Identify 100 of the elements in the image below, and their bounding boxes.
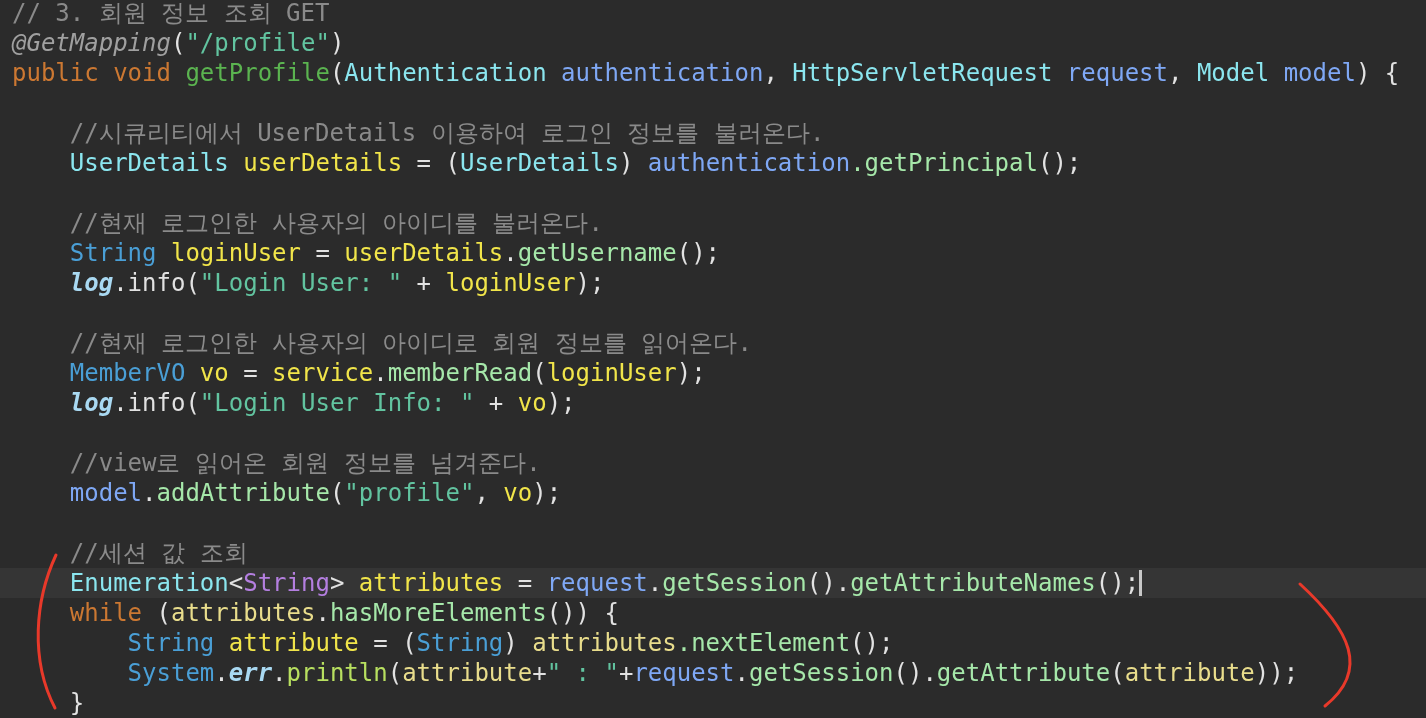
code-token: ().: [806, 568, 851, 598]
code-token: model: [69, 478, 143, 508]
code-token: log: [69, 388, 114, 418]
code-token: >: [329, 568, 345, 598]
code-token: log: [69, 268, 114, 298]
code-token: .: [503, 238, 518, 268]
code-token: request: [546, 568, 648, 598]
code-token: while: [69, 598, 143, 628]
code-token: Authentication: [344, 58, 547, 88]
code-token: UserDetails: [69, 148, 229, 178]
code-token: userDetails: [344, 238, 504, 268]
code-token: .nextElement: [676, 628, 851, 658]
code-token: addAttribute: [156, 478, 330, 508]
code-token: ()) {: [546, 598, 619, 628]
code-token: .info(: [113, 268, 200, 298]
code-token: String: [416, 628, 504, 658]
code-token: authentication: [647, 148, 851, 178]
code-token: (: [170, 28, 186, 58]
code-token: (: [1110, 658, 1125, 688]
code-token: ();: [676, 238, 721, 268]
code-token: );: [575, 268, 605, 298]
code-token: getAttributeNames: [850, 568, 1096, 598]
code-token: request: [1066, 58, 1168, 88]
code-token: (: [329, 478, 345, 508]
code-token: =: [517, 568, 533, 598]
code-token: .getPrincipal: [850, 148, 1038, 178]
code-token: .info(: [113, 388, 200, 418]
code-token: .: [142, 478, 157, 508]
code-token: String: [243, 568, 330, 598]
code-token: HttpServletRequest: [792, 58, 1053, 88]
code-token: .: [315, 598, 330, 628]
code-token: .: [214, 658, 229, 688]
code-token: (: [532, 358, 547, 388]
code-token: err: [228, 658, 273, 688]
code-token: );: [532, 478, 562, 508]
code-comment: //시큐리티에서 UserDetails 이용하여 로그인 정보를 불러온다.: [69, 118, 825, 148]
code-token: public void: [12, 58, 171, 88]
code-token: ) {: [1355, 58, 1400, 88]
code-token: System: [127, 658, 215, 688]
code-token: ,: [763, 58, 778, 88]
code-comment: //세션 값 조회: [69, 538, 248, 568]
code-token: getProfile: [185, 58, 330, 88]
code-token: = (: [416, 148, 460, 178]
code-token: .: [734, 658, 749, 688]
code-comment: //현재 로그인한 사용자의 아이디를 불러온다.: [69, 208, 603, 238]
code-comment: //view로 읽어온 회원 정보를 넘겨준다.: [69, 448, 541, 478]
code-token: Model: [1196, 58, 1270, 88]
code-token: attribute: [402, 658, 533, 688]
code-token: vo: [503, 478, 533, 508]
code-token: UserDetails: [459, 148, 619, 178]
code-token: service: [272, 358, 374, 388]
code-token: (: [156, 598, 171, 628]
code-token: authentication: [561, 58, 764, 88]
code-token: ): [618, 148, 634, 178]
code-token: "profile": [344, 478, 475, 508]
code-token: =: [315, 238, 330, 268]
code-token: @GetMapping: [12, 28, 171, 58]
code-token: vo: [517, 388, 547, 418]
code-token: String: [127, 628, 215, 658]
code-token: ): [503, 628, 518, 658]
code-token: getAttribute: [936, 658, 1111, 688]
code-token: +: [532, 658, 547, 688]
code-token: loginUser: [546, 358, 677, 388]
code-token: "Login User Info: ": [199, 388, 475, 418]
code-token: userDetails: [243, 148, 403, 178]
code-token: =: [243, 358, 258, 388]
code-token: );: [676, 358, 706, 388]
code-token: attribute: [228, 628, 359, 658]
code-token: model: [1283, 58, 1356, 88]
code-token: MemberVO: [69, 358, 186, 388]
code-token: .: [647, 568, 663, 598]
code-token: (: [387, 658, 403, 688]
code-token: ().: [893, 658, 937, 688]
code-token: );: [546, 388, 576, 418]
code-token: .: [272, 658, 287, 688]
code-token: attributes: [358, 568, 504, 598]
code-token: ();: [1095, 568, 1140, 598]
code-token: attributes: [532, 628, 677, 658]
code-token: "Login User: ": [199, 268, 403, 298]
code-token: " : ": [546, 658, 619, 688]
code-token: getUsername: [517, 238, 677, 268]
code-token: attribute: [1124, 658, 1255, 688]
code-token: vo: [199, 358, 229, 388]
code-token: +: [618, 658, 634, 688]
code-token: println: [286, 658, 388, 688]
code-token: attributes: [170, 598, 316, 628]
code-token: ,: [1168, 58, 1183, 88]
code-token: = (: [373, 628, 417, 658]
code-comment: // 3. 회원 정보 조회 GET: [12, 0, 330, 28]
code-token: loginUser: [170, 238, 301, 268]
code-token: <: [228, 568, 244, 598]
code-token: request: [633, 658, 735, 688]
code-token: memberRead: [387, 358, 533, 388]
code-token: ): [329, 28, 345, 58]
code-token: +: [488, 388, 504, 418]
code-token: hasMoreElements: [329, 598, 547, 628]
code-token: getSession: [749, 658, 894, 688]
code-token: ));: [1254, 658, 1299, 688]
code-token: getSession: [662, 568, 807, 598]
code-token: (: [329, 58, 345, 88]
